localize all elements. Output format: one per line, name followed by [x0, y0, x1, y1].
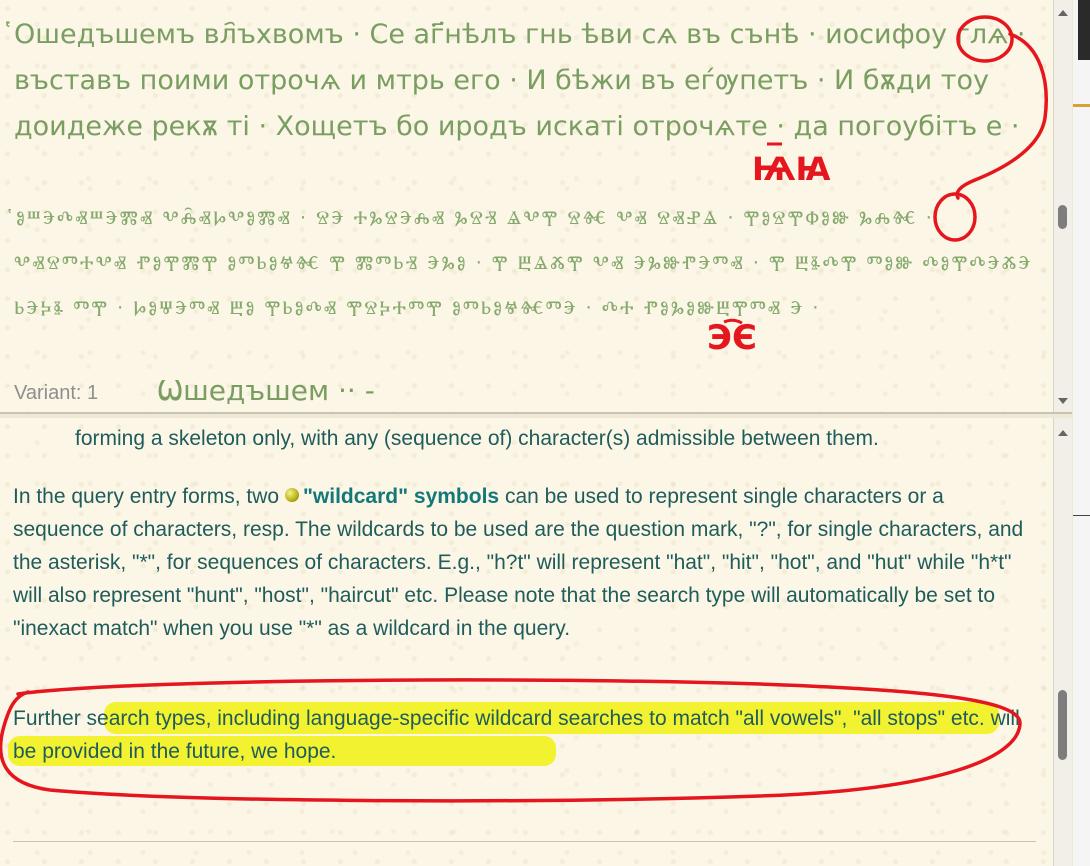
- wildcard-symbols-link[interactable]: "wildcard" symbols: [303, 485, 499, 508]
- window-edge: [1073, 0, 1090, 866]
- help-paragraph-wildcards: In the query entry forms, two "wildcard"…: [13, 480, 1033, 645]
- bullet-icon: [284, 488, 299, 502]
- help-pane[interactable]: forming a skeleton only, with any (seque…: [0, 418, 1072, 866]
- para1-after: can be used to represent single characte…: [13, 485, 1024, 640]
- top-scrollbar[interactable]: [1053, 0, 1072, 412]
- window-edge-accent: [1073, 104, 1090, 107]
- window-edge-dark: [1078, 0, 1090, 60]
- text-display-pane[interactable]: ҅Ошедъшемъ вл҄ъхвомъ · Се аг҃нѣлъ гнь ѣв…: [0, 0, 1072, 414]
- glagolitic-text: ҅ⰑⰞⰅⰄⰟⰞⰅⰏⰟ ⰂⰎ҄ⰟⰘⰂⰑⰏⰟ · ⰔⰅ ⰀⰃⰔⰅⰎⰟ ⰃⰔⰠ ⰡⰂⰉ…: [14, 207, 1033, 319]
- bottom-scroll-thumb[interactable]: [1058, 690, 1067, 760]
- handwritten-correction-2: ЭЄ: [707, 318, 757, 358]
- handwritten-correction-1: ѨꙖ: [752, 150, 831, 188]
- scroll-down-arrow-icon[interactable]: [1058, 398, 1068, 404]
- scroll-up-arrow-icon[interactable]: [1058, 430, 1068, 436]
- scroll-up-arrow-icon[interactable]: [1058, 10, 1068, 16]
- divider: [13, 841, 1036, 842]
- window-edge-line: [1073, 515, 1090, 516]
- cyrillic-text: ҅Ошедъшемъ вл҄ъхвомъ · Се аг҃нѣлъ гнь ѣв…: [14, 19, 1026, 142]
- help-top-line: forming a skeleton only, with any (seque…: [75, 427, 879, 450]
- top-scroll-thumb[interactable]: [1058, 205, 1067, 229]
- para1-before: In the query entry forms, two: [13, 485, 280, 508]
- variant-word: Ѡшедъшем ·· -: [157, 374, 375, 407]
- bottom-scrollbar[interactable]: [1053, 418, 1072, 866]
- help-paragraph-future: Further search types, including language…: [13, 707, 1020, 763]
- variant-label: Variant: 1: [14, 382, 99, 404]
